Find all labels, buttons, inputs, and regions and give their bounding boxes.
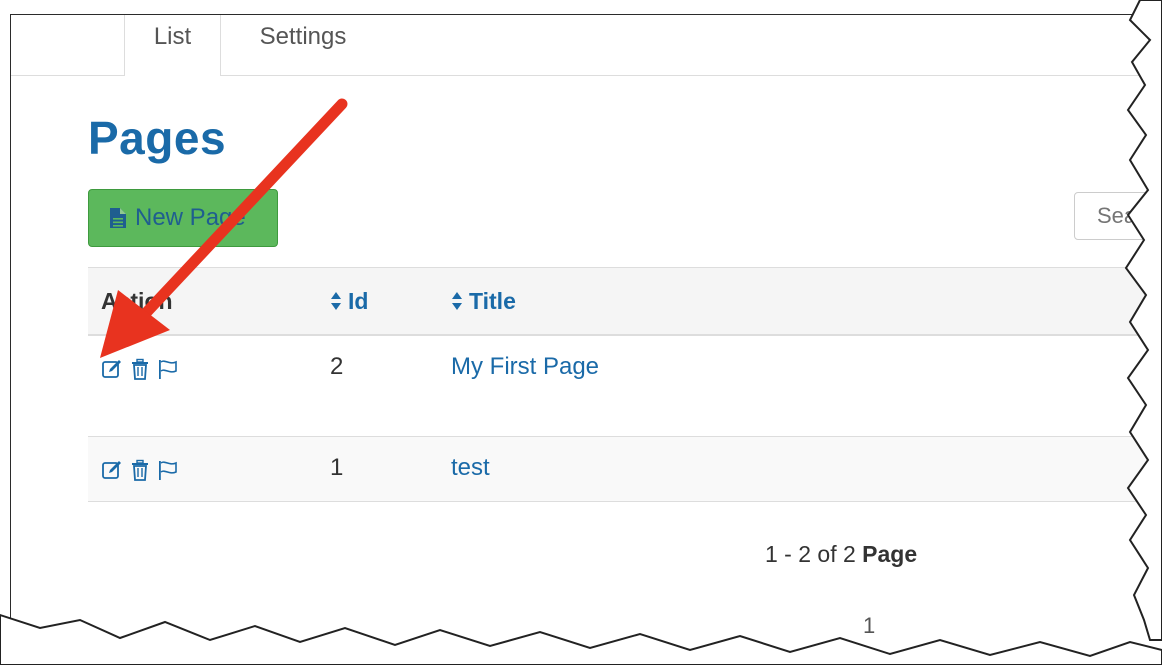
- row-actions: [101, 459, 179, 481]
- pagination-unit: Page: [862, 541, 918, 567]
- trash-icon[interactable]: [129, 358, 151, 380]
- pagination-range: 1 - 2 of 2: [765, 541, 856, 567]
- tab-list[interactable]: List: [124, 15, 221, 76]
- tab-settings[interactable]: Settings: [233, 15, 373, 75]
- table-header: Action Id Title: [88, 267, 1151, 336]
- document-icon: [110, 208, 126, 228]
- cell-title-link[interactable]: test: [451, 454, 490, 482]
- column-header-title[interactable]: Title: [451, 268, 516, 334]
- edit-icon[interactable]: [101, 358, 123, 380]
- search-input[interactable]: [1074, 192, 1151, 240]
- flag-icon[interactable]: [157, 459, 179, 481]
- page-title: Pages: [88, 112, 227, 164]
- tab-bar: List Settings: [11, 15, 1151, 76]
- edit-icon[interactable]: [101, 459, 123, 481]
- column-header-id-label: Id: [348, 288, 369, 314]
- pagination-page-1[interactable]: 1: [863, 613, 875, 639]
- column-header-id[interactable]: Id: [330, 268, 368, 334]
- flag-icon[interactable]: [157, 358, 179, 380]
- cell-id: 2: [330, 353, 344, 380]
- column-header-action: Action: [101, 288, 173, 314]
- row-actions: [101, 358, 179, 380]
- new-page-button-label: New Page: [135, 204, 246, 231]
- sort-icon: [331, 292, 341, 310]
- app-window: List Settings Pages New Page Action Id: [10, 14, 1151, 650]
- new-page-button[interactable]: New Page: [88, 189, 278, 247]
- pages-table: Action Id Title 2 My First Page 1 test: [88, 267, 1151, 502]
- table-row: 2 My First Page: [88, 336, 1151, 437]
- sort-icon: [452, 292, 462, 310]
- cell-title-link[interactable]: My First Page: [451, 353, 599, 381]
- table-row: 1 test: [88, 437, 1151, 502]
- cell-id: 1: [330, 454, 344, 481]
- column-header-title-label: Title: [469, 288, 516, 314]
- trash-icon[interactable]: [129, 459, 151, 481]
- pagination-summary: 1 - 2 of 2 Page: [765, 541, 917, 568]
